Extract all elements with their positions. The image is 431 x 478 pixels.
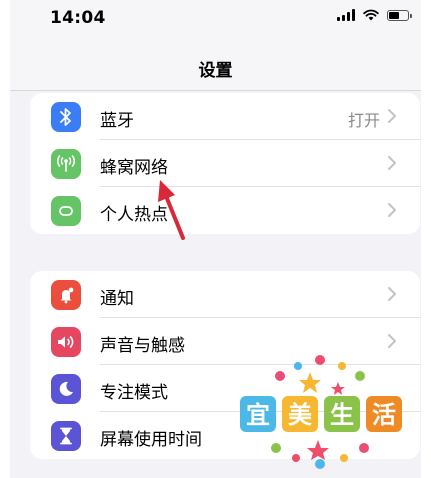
row-label: 专注模式 [100, 383, 168, 403]
status-icons [337, 9, 412, 21]
row-label: 屏幕使用时间 [100, 430, 202, 450]
chevron-right-icon [388, 287, 396, 301]
row-label: 蓝牙 [100, 111, 134, 131]
hotspot-icon [51, 196, 81, 226]
page-title: 设置 [198, 61, 233, 81]
cellular-icon [51, 149, 81, 179]
row-label: 声音与触感 [100, 336, 185, 356]
settings-row-notifications[interactable]: 通知 [30, 271, 420, 318]
watermark-char-3: 生 [330, 401, 354, 429]
row-label: 个人热点 [100, 205, 168, 225]
settings-row-bluetooth[interactable]: 蓝牙 打开 [30, 93, 420, 140]
chevron-right-icon [388, 334, 396, 348]
row-label: 通知 [100, 289, 134, 309]
watermark-logo: 宜 美 生 活 [220, 352, 420, 472]
chevron-right-icon [388, 156, 396, 170]
row-value: 打开 [347, 111, 380, 130]
watermark-char-4: 活 [372, 401, 396, 429]
status-time: 14:04 [50, 8, 106, 28]
chevron-right-icon [388, 109, 396, 123]
signal-icon [337, 9, 355, 21]
bluetooth-icon [51, 102, 81, 132]
sound-icon [51, 327, 81, 357]
left-edge [0, 0, 10, 478]
battery-icon [387, 9, 412, 21]
chevron-right-icon [388, 203, 396, 217]
connectivity-group: 蓝牙 打开 蜂窝网络 个人热点 [30, 93, 420, 234]
moon-icon [51, 374, 81, 404]
hourglass-icon [51, 421, 81, 451]
settings-row-hotspot[interactable]: 个人热点 [30, 187, 420, 234]
row-label: 蜂窝网络 [100, 158, 168, 178]
top-bar: 14:04 设置 [10, 0, 421, 91]
notification-icon [51, 280, 81, 310]
settings-row-cellular[interactable]: 蜂窝网络 [30, 140, 420, 187]
right-edge [421, 0, 431, 478]
watermark-char-2: 美 [288, 401, 312, 429]
watermark-char-1: 宜 [246, 401, 270, 429]
wifi-icon [363, 9, 379, 21]
